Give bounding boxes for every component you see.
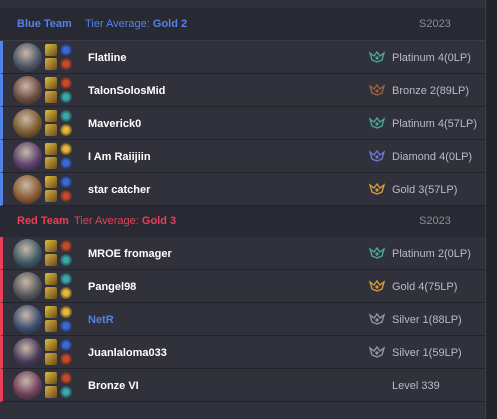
- tier-emblem-icon: [369, 117, 385, 129]
- champion-portrait[interactable]: [13, 76, 42, 105]
- blue-team-header: Blue Team Tier Average: Gold 2 S2023: [0, 8, 485, 41]
- player-row[interactable]: I Am Raiijiin Diamond 4(0LP): [0, 140, 485, 173]
- summoner-name[interactable]: Pangel98: [88, 281, 136, 293]
- summoner-spell-icon[interactable]: [45, 320, 57, 332]
- summoner-spell-icon[interactable]: [45, 372, 57, 384]
- rank-text: Platinum 4(0LP): [392, 52, 471, 64]
- rune-icon[interactable]: [60, 176, 72, 188]
- tier-emblem-icon: [369, 150, 385, 162]
- summoner-spell-icon[interactable]: [45, 58, 57, 70]
- champion-portrait[interactable]: [13, 371, 42, 400]
- champion-portrait[interactable]: [13, 272, 42, 301]
- player-row[interactable]: TalonSolosMid Bronze 2(89LP): [0, 74, 485, 107]
- champion-portrait[interactable]: [13, 175, 42, 204]
- scrollbar[interactable]: [486, 0, 497, 419]
- rank-text: Platinum 2(0LP): [392, 248, 471, 260]
- champion-portrait[interactable]: [13, 239, 42, 268]
- player-row[interactable]: Juanlaloma033 Silver 1(59LP): [0, 336, 485, 369]
- rune-icon[interactable]: [60, 320, 72, 332]
- summoner-spell-icon[interactable]: [45, 77, 57, 89]
- tier-emblem-icon: [369, 84, 385, 96]
- rune-icon[interactable]: [60, 77, 72, 89]
- tier-emblem-icon: [369, 247, 385, 259]
- summoner-spell-icon[interactable]: [45, 240, 57, 252]
- summoner-name[interactable]: star catcher: [88, 184, 150, 196]
- season-label: S2023: [419, 215, 451, 227]
- summoner-spell-icon[interactable]: [45, 386, 57, 398]
- player-row[interactable]: Pangel98 Gold 4(75LP): [0, 270, 485, 303]
- rank-text: Diamond 4(0LP): [392, 151, 473, 163]
- rune-icon[interactable]: [60, 386, 72, 398]
- rune-icon[interactable]: [60, 124, 72, 136]
- rune-icon[interactable]: [60, 306, 72, 318]
- rune-icon[interactable]: [60, 44, 72, 56]
- summoner-spell-icon[interactable]: [45, 176, 57, 188]
- season-label: S2023: [419, 18, 451, 30]
- champion-portrait[interactable]: [13, 43, 42, 72]
- summoner-spell-icon[interactable]: [45, 157, 57, 169]
- player-row[interactable]: MROE fromager Platinum 2(0LP): [0, 237, 485, 270]
- rune-icon[interactable]: [60, 339, 72, 351]
- summoner-name[interactable]: I Am Raiijiin: [88, 151, 151, 163]
- rune-icon[interactable]: [60, 353, 72, 365]
- rune-icon[interactable]: [60, 273, 72, 285]
- rank-text: Gold 3(57LP): [392, 184, 458, 196]
- rune-icon[interactable]: [60, 240, 72, 252]
- tier-average-label: Tier Average: Gold 3: [74, 215, 177, 227]
- summoner-spell-icon[interactable]: [45, 44, 57, 56]
- summoner-name[interactable]: Flatline: [88, 52, 127, 64]
- summoner-spell-icon[interactable]: [45, 339, 57, 351]
- summoner-spell-icon[interactable]: [45, 273, 57, 285]
- rank-text: Silver 1(88LP): [392, 314, 462, 326]
- rune-icon[interactable]: [60, 58, 72, 70]
- rune-icon[interactable]: [60, 110, 72, 122]
- summoner-spell-icon[interactable]: [45, 110, 57, 122]
- player-row[interactable]: star catcher Gold 3(57LP): [0, 173, 485, 206]
- rune-icon[interactable]: [60, 91, 72, 103]
- summoner-spell-icon[interactable]: [45, 190, 57, 202]
- rune-icon[interactable]: [60, 190, 72, 202]
- summoner-spell-icon[interactable]: [45, 91, 57, 103]
- summoner-spell-icon[interactable]: [45, 254, 57, 266]
- tier-average-label: Tier Average: Gold 2: [85, 18, 188, 30]
- rank-text: Gold 4(75LP): [392, 281, 458, 293]
- tier-emblem-icon: [369, 280, 385, 292]
- summoner-name[interactable]: NetR: [88, 314, 114, 326]
- summoner-name[interactable]: Bronze VI: [88, 380, 139, 392]
- rune-icon[interactable]: [60, 143, 72, 155]
- rune-icon[interactable]: [60, 254, 72, 266]
- champion-portrait[interactable]: [13, 305, 42, 334]
- rune-icon[interactable]: [60, 157, 72, 169]
- summoner-spell-icon[interactable]: [45, 353, 57, 365]
- rune-icon[interactable]: [60, 287, 72, 299]
- champion-portrait[interactable]: [13, 142, 42, 171]
- player-row[interactable]: Maverick0 Platinum 4(57LP): [0, 107, 485, 140]
- tier-emblem-icon: [369, 313, 385, 325]
- match-detail-panel: Blue Team Tier Average: Gold 2 S2023 Red…: [0, 0, 486, 419]
- summoner-name[interactable]: TalonSolosMid: [88, 85, 165, 97]
- team-name: Red Team: [17, 215, 69, 227]
- rank-text: Platinum 4(57LP): [392, 118, 477, 130]
- rank-text: Silver 1(59LP): [392, 347, 462, 359]
- champion-portrait[interactable]: [13, 109, 42, 138]
- champion-portrait[interactable]: [13, 338, 42, 367]
- summoner-name[interactable]: Juanlaloma033: [88, 347, 167, 359]
- rune-icon[interactable]: [60, 372, 72, 384]
- tier-emblem-icon: [369, 346, 385, 358]
- red-team-header: Red Team Tier Average: Gold 3 S2023: [0, 205, 485, 238]
- rank-text: Bronze 2(89LP): [392, 85, 470, 97]
- tier-emblem-icon: [369, 183, 385, 195]
- summoner-name[interactable]: MROE fromager: [88, 248, 172, 260]
- rank-text: Level 339: [392, 380, 440, 392]
- summoner-spell-icon[interactable]: [45, 143, 57, 155]
- summoner-name[interactable]: Maverick0: [88, 118, 141, 130]
- summoner-spell-icon[interactable]: [45, 306, 57, 318]
- player-row[interactable]: Bronze VI Level 339: [0, 369, 485, 402]
- player-row[interactable]: Flatline Platinum 4(0LP): [0, 41, 485, 74]
- summoner-spell-icon[interactable]: [45, 287, 57, 299]
- player-row[interactable]: NetR Silver 1(88LP): [0, 303, 485, 336]
- summoner-spell-icon[interactable]: [45, 124, 57, 136]
- team-name: Blue Team: [17, 18, 72, 30]
- tier-emblem-icon: [369, 51, 385, 63]
